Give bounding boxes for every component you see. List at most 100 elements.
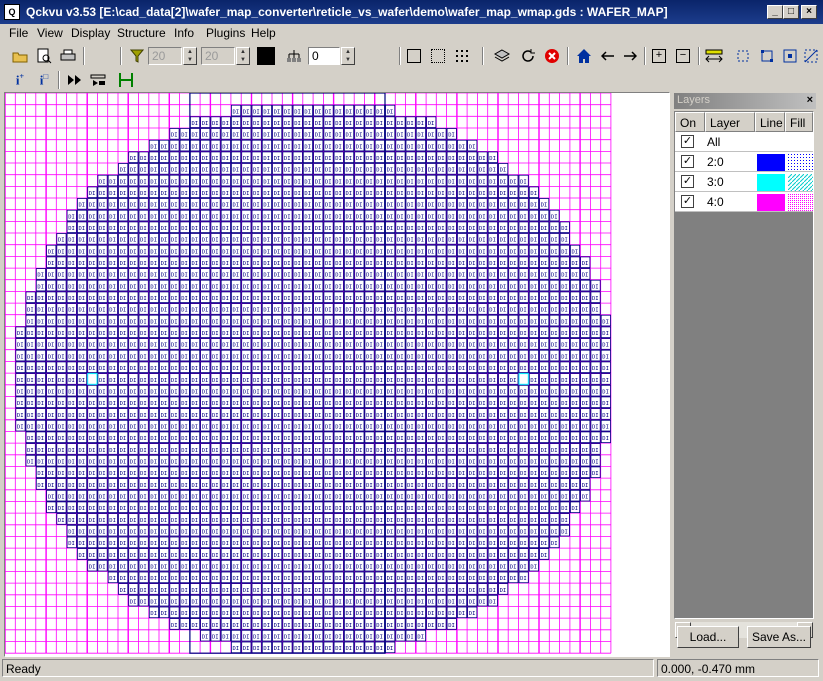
print-icon[interactable] xyxy=(58,46,78,66)
die-label: DI xyxy=(130,518,137,524)
dotted-box-icon[interactable] xyxy=(428,46,448,66)
home-icon[interactable] xyxy=(574,46,594,66)
layer-checkbox[interactable]: ✓ xyxy=(681,155,694,168)
die-label: DI xyxy=(171,354,178,360)
layers-panel-close-icon[interactable]: × xyxy=(807,94,813,106)
spin-height-input[interactable]: 20 xyxy=(201,47,235,65)
zoom-in-icon[interactable]: + xyxy=(649,46,669,66)
menu-plugins[interactable]: Plugins xyxy=(206,26,245,40)
black-swatch-icon[interactable] xyxy=(256,46,276,66)
save-as-button[interactable]: Save As... xyxy=(747,626,811,648)
die-label: DI xyxy=(253,296,260,302)
die-label: DI xyxy=(27,378,34,384)
spin-width-stepper[interactable]: ▲ ▼ xyxy=(183,47,197,65)
header-fill[interactable]: Fill xyxy=(785,112,813,132)
die-label: DI xyxy=(192,459,199,465)
fill-pattern-swatch[interactable] xyxy=(788,194,813,211)
die-label: DI xyxy=(140,530,147,536)
zoom-box-icon[interactable] xyxy=(757,46,777,66)
layer-row-3-0[interactable]: ✓ 3:0 xyxy=(675,172,813,192)
pan-left-icon[interactable] xyxy=(598,46,618,66)
layer-checkbox[interactable]: ✓ xyxy=(681,195,694,208)
menu-view[interactable]: View xyxy=(37,26,63,40)
zoom-fit-icon[interactable] xyxy=(780,46,800,66)
level-input[interactable]: 0 xyxy=(308,47,340,65)
preview-icon[interactable] xyxy=(34,46,54,66)
header-on[interactable]: On xyxy=(675,112,705,132)
info-plus-icon[interactable]: i+ xyxy=(10,70,30,90)
menu-display[interactable]: Display xyxy=(71,26,110,40)
header-line[interactable]: Line xyxy=(755,112,785,132)
die-label: DI xyxy=(79,284,86,290)
fill-pattern-swatch[interactable] xyxy=(788,154,813,171)
refresh-icon[interactable] xyxy=(518,46,538,66)
layer-checkbox[interactable]: ✓ xyxy=(681,135,694,148)
layer-row-4-0[interactable]: ✓ 4:0 xyxy=(675,192,813,212)
die-label: DI xyxy=(212,203,219,209)
die-label: DI xyxy=(489,565,496,571)
die-label: DI xyxy=(304,576,311,582)
die-label: DI xyxy=(212,401,219,407)
spin-width-input[interactable]: 20 xyxy=(148,47,182,65)
layout-canvas[interactable]: DI DI DI DI DI DI DI DI DI DI DI DI DI DI DI DI DI DI DI DI… xyxy=(4,92,670,657)
die-label: DI xyxy=(510,459,517,465)
die-label: DI xyxy=(284,331,291,337)
stop-icon[interactable] xyxy=(542,46,562,66)
die-label: DI xyxy=(243,565,250,571)
die-label: DI xyxy=(541,308,548,314)
close-button[interactable]: × xyxy=(801,5,817,19)
die-label: DI xyxy=(89,249,96,255)
info-box-icon[interactable]: i□ xyxy=(34,70,54,90)
fill-pattern-swatch[interactable] xyxy=(788,174,813,191)
die-label: DI xyxy=(37,436,44,442)
load-button[interactable]: Load... xyxy=(677,626,739,648)
tree-icon[interactable] xyxy=(284,46,304,66)
minimize-button[interactable]: _ xyxy=(767,5,783,19)
box-icon[interactable] xyxy=(404,46,424,66)
die-label: DI xyxy=(89,366,96,372)
pan-right-icon[interactable] xyxy=(620,46,640,66)
wafer-map[interactable]: DI DI DI DI DI DI DI DI DI DI DI DI DI DI DI DIDI DI DI DI… xyxy=(5,93,669,656)
die-label: DI xyxy=(27,459,34,465)
diagonal-icon[interactable] xyxy=(801,46,821,66)
line-color-swatch[interactable] xyxy=(757,154,785,171)
menu-help[interactable]: Help xyxy=(251,26,276,40)
grid-icon[interactable] xyxy=(452,46,472,66)
select-icon[interactable] xyxy=(733,46,753,66)
die-label: DI xyxy=(89,284,96,290)
die-label: DI xyxy=(171,459,178,465)
menu-file[interactable]: File xyxy=(9,26,28,40)
die-label: DI xyxy=(489,308,496,314)
die-label: DI xyxy=(89,413,96,419)
die-label: DI xyxy=(335,436,342,442)
header-layer[interactable]: Layer xyxy=(705,112,755,132)
line-color-swatch[interactable] xyxy=(757,194,785,211)
layer-checkbox[interactable]: ✓ xyxy=(681,175,694,188)
die-label: DI xyxy=(366,261,373,267)
die-label: DI xyxy=(294,635,301,641)
die-label: DI xyxy=(407,273,414,279)
die-label: DI xyxy=(366,121,373,127)
menu-info[interactable]: Info xyxy=(174,26,194,40)
spin-height-stepper[interactable]: ▲ ▼ xyxy=(236,47,250,65)
measure-icon[interactable] xyxy=(704,46,724,66)
die-label: DI xyxy=(233,565,240,571)
die-label: DI xyxy=(469,144,476,150)
die-label: DI xyxy=(222,600,229,606)
level-stepper[interactable]: ▲ ▼ xyxy=(341,47,355,65)
open-icon[interactable] xyxy=(10,46,30,66)
maximize-button[interactable]: □ xyxy=(783,5,799,19)
line-color-swatch[interactable] xyxy=(757,174,785,191)
step-forward-icon[interactable] xyxy=(64,70,84,90)
zoom-out-icon[interactable]: − xyxy=(673,46,693,66)
layer-row-all[interactable]: ✓ All xyxy=(675,132,813,152)
die-label: DI xyxy=(602,436,609,442)
layer-row-2-0[interactable]: ✓ 2:0 xyxy=(675,152,813,172)
bracket-icon[interactable] xyxy=(116,70,136,90)
die-label: DI xyxy=(438,565,445,571)
die-label: DI xyxy=(274,249,281,255)
menu-structure[interactable]: Structure xyxy=(117,26,166,40)
filter-icon[interactable] xyxy=(127,46,147,66)
layers-icon[interactable] xyxy=(492,46,512,66)
step-list-icon[interactable] xyxy=(88,70,108,90)
